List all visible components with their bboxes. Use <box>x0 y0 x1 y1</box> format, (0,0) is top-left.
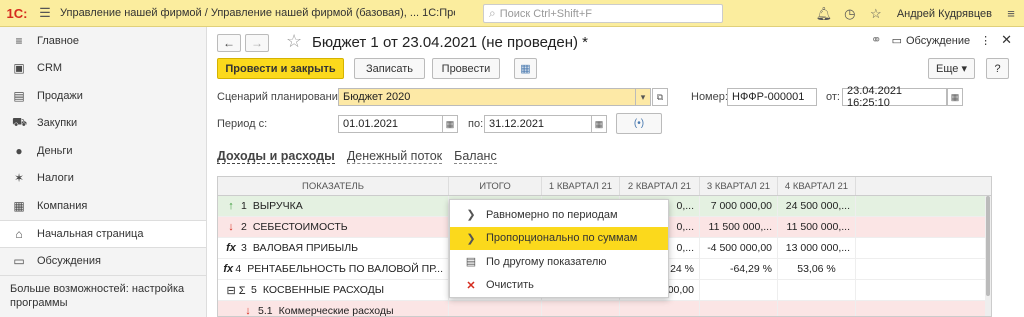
top-bar: 1С: ☰ Управление нашей фирмой / Управлен… <box>0 0 1024 27</box>
forward-button[interactable]: → <box>245 34 269 52</box>
search-input[interactable]: ⌕ Поиск Ctrl+Shift+F <box>483 4 723 23</box>
clear-icon: ✕ <box>466 279 476 292</box>
notifications-icon[interactable]: 🔔︎ <box>811 0 837 27</box>
column-header[interactable]: 2 КВАРТАЛ 21 <box>620 177 700 195</box>
menu-item-other-indicator[interactable]: ▤ По другому показателю <box>450 250 668 274</box>
sidebar-item-taxes[interactable]: ✶ Налоги <box>0 165 206 193</box>
taxes-icon: ✶ <box>13 171 25 186</box>
menu-item-evenly[interactable]: ❯ Равномерно по периодам <box>450 203 668 227</box>
context-menu: ❯ Равномерно по периодам ❯ Пропорционально… <box>449 199 669 298</box>
arrow-up-icon: ↑ <box>228 200 234 212</box>
more-vertical-icon[interactable]: ⋮ <box>980 34 991 47</box>
arrow-down-icon: ↓ <box>245 305 251 317</box>
sidebar: ≡ Главное ▣ CRM ▤ Продажи ⛟ Закупки ● Деньги … <box>0 27 207 317</box>
sidebar-item-main[interactable]: ≡ Главное <box>0 27 206 55</box>
vertical-scrollbar[interactable] <box>985 196 991 316</box>
close-icon[interactable]: ✕ <box>1001 32 1012 48</box>
period-to-label: по: <box>468 118 484 130</box>
date-field[interactable]: 23.04.2021 16:25:10 <box>842 85 947 109</box>
calendar-icon[interactable]: ▦ <box>442 115 458 133</box>
column-header[interactable]: 4 КВАРТАЛ 21 <box>778 177 856 195</box>
document-form: ← → ☆ Бюджет 1 от 23.04.2021 (не проведе… <box>207 27 1024 317</box>
crm-icon: ▣ <box>13 61 25 76</box>
report-icon[interactable]: ▦ <box>514 58 537 79</box>
sidebar-item-discussions[interactable]: ▭ Обсуждения <box>0 247 206 275</box>
calendar-icon[interactable]: ▦ <box>947 88 963 106</box>
post-and-close-button[interactable]: Провести и закрыть <box>217 58 344 79</box>
sidebar-item-start-page[interactable]: ⌂ Начальная страница <box>0 219 206 247</box>
column-header[interactable]: 3 КВАРТАЛ 21 <box>700 177 778 195</box>
money-icon: ● <box>15 143 23 158</box>
app-logo: 1С: <box>6 5 28 21</box>
menu-item-proportional[interactable]: ❯ Пропорционально по суммам <box>450 226 668 250</box>
column-header[interactable]: ИТОГО <box>449 177 542 195</box>
sidebar-item-crm[interactable]: ▣ CRM <box>0 55 206 83</box>
sidebar-item-company[interactable]: ▦ Компания <box>0 192 206 220</box>
number-field[interactable]: НФФР-000001 <box>727 88 817 106</box>
group-sum-icon: ⊟ Σ <box>226 284 246 297</box>
window-title: Управление нашей фирмой / Управление наш… <box>60 7 455 19</box>
tab-balance[interactable]: Баланс <box>454 149 497 164</box>
scenario-field[interactable]: Бюджет 2020 <box>338 88 638 106</box>
sidebar-item-purchases[interactable]: ⛟ Закупки <box>0 110 206 138</box>
column-header[interactable]: 1 КВАРТАЛ 21 <box>542 177 620 195</box>
more-button[interactable]: Еще ▾ <box>928 58 975 79</box>
open-icon[interactable]: ⧉ <box>652 88 668 106</box>
sidebar-item-more[interactable]: Больше возможностей: настройка программы <box>0 274 206 316</box>
period-label: Период с: <box>217 118 268 130</box>
home-icon: ⌂ <box>15 226 23 241</box>
scenario-label: Сценарий планирования: <box>217 91 347 103</box>
menu-icon: ≡ <box>15 33 23 48</box>
tab-bar: Доходы и расходы Денежный поток Баланс <box>217 149 497 164</box>
arrow-down-icon: ↓ <box>228 221 234 233</box>
sidebar-item-money[interactable]: ● Деньги <box>0 137 206 165</box>
chevron-right-icon: ❯ <box>466 232 476 245</box>
formula-icon: fx <box>223 263 234 275</box>
menu-icon[interactable]: ☰ <box>34 0 56 27</box>
chevron-right-icon: ❯ <box>466 209 476 222</box>
period-from-field[interactable]: 01.01.2021 <box>338 115 443 133</box>
tab-cash-flow[interactable]: Денежный поток <box>346 149 443 164</box>
post-button[interactable]: Провести <box>432 58 500 79</box>
company-icon: ▦ <box>13 198 25 213</box>
chat-icon: ▭ <box>891 34 902 47</box>
number-label: Номер: <box>691 91 728 103</box>
purchases-icon: ⛟ <box>12 115 28 130</box>
save-button[interactable]: Записать <box>354 58 425 79</box>
history-icon[interactable]: ◷ <box>837 0 863 27</box>
sales-icon: ▤ <box>13 88 25 103</box>
sidebar-item-sales[interactable]: ▤ Продажи <box>0 82 206 110</box>
chat-icon: ▭ <box>13 254 25 269</box>
document-icon: ▤ <box>465 256 477 269</box>
calendar-icon[interactable]: ▦ <box>591 115 607 133</box>
column-header[interactable]: ПОКАЗАТЕЛЬ <box>218 177 449 195</box>
link-icon[interactable]: ⚭ <box>871 32 882 48</box>
formula-icon: fx <box>226 242 236 254</box>
search-icon: ⌕ <box>489 6 496 20</box>
settings-icon[interactable]: ≡ <box>998 0 1024 27</box>
help-button[interactable]: ? <box>986 58 1009 79</box>
discussion-link[interactable]: ▭ Обсуждение <box>892 34 971 47</box>
dropdown-icon[interactable]: ▾ <box>635 88 651 106</box>
menu-item-clear[interactable]: ✕ Очистить <box>450 274 668 298</box>
tab-income-expenses[interactable]: Доходы и расходы <box>217 149 335 164</box>
period-select-button[interactable]: (•) <box>616 113 662 134</box>
back-button[interactable]: ← <box>217 34 241 52</box>
table-row[interactable]: ↓ 5.1 Коммерческие расходы <box>218 301 991 317</box>
table-header: ПОКАЗАТЕЛЬ ИТОГО 1 КВАРТАЛ 21 2 КВАРТАЛ … <box>218 177 991 196</box>
search-placeholder: Поиск Ctrl+Shift+F <box>499 7 592 20</box>
period-to-field[interactable]: 31.12.2021 <box>484 115 592 133</box>
user-name[interactable]: Андрей Кудрявцев <box>897 8 992 20</box>
date-label: от: <box>826 91 840 103</box>
favorite-star-icon[interactable]: ☆ <box>286 31 302 52</box>
favorites-icon[interactable]: ☆ <box>863 0 889 27</box>
page-title: Бюджет 1 от 23.04.2021 (не проведен) * <box>312 34 589 51</box>
